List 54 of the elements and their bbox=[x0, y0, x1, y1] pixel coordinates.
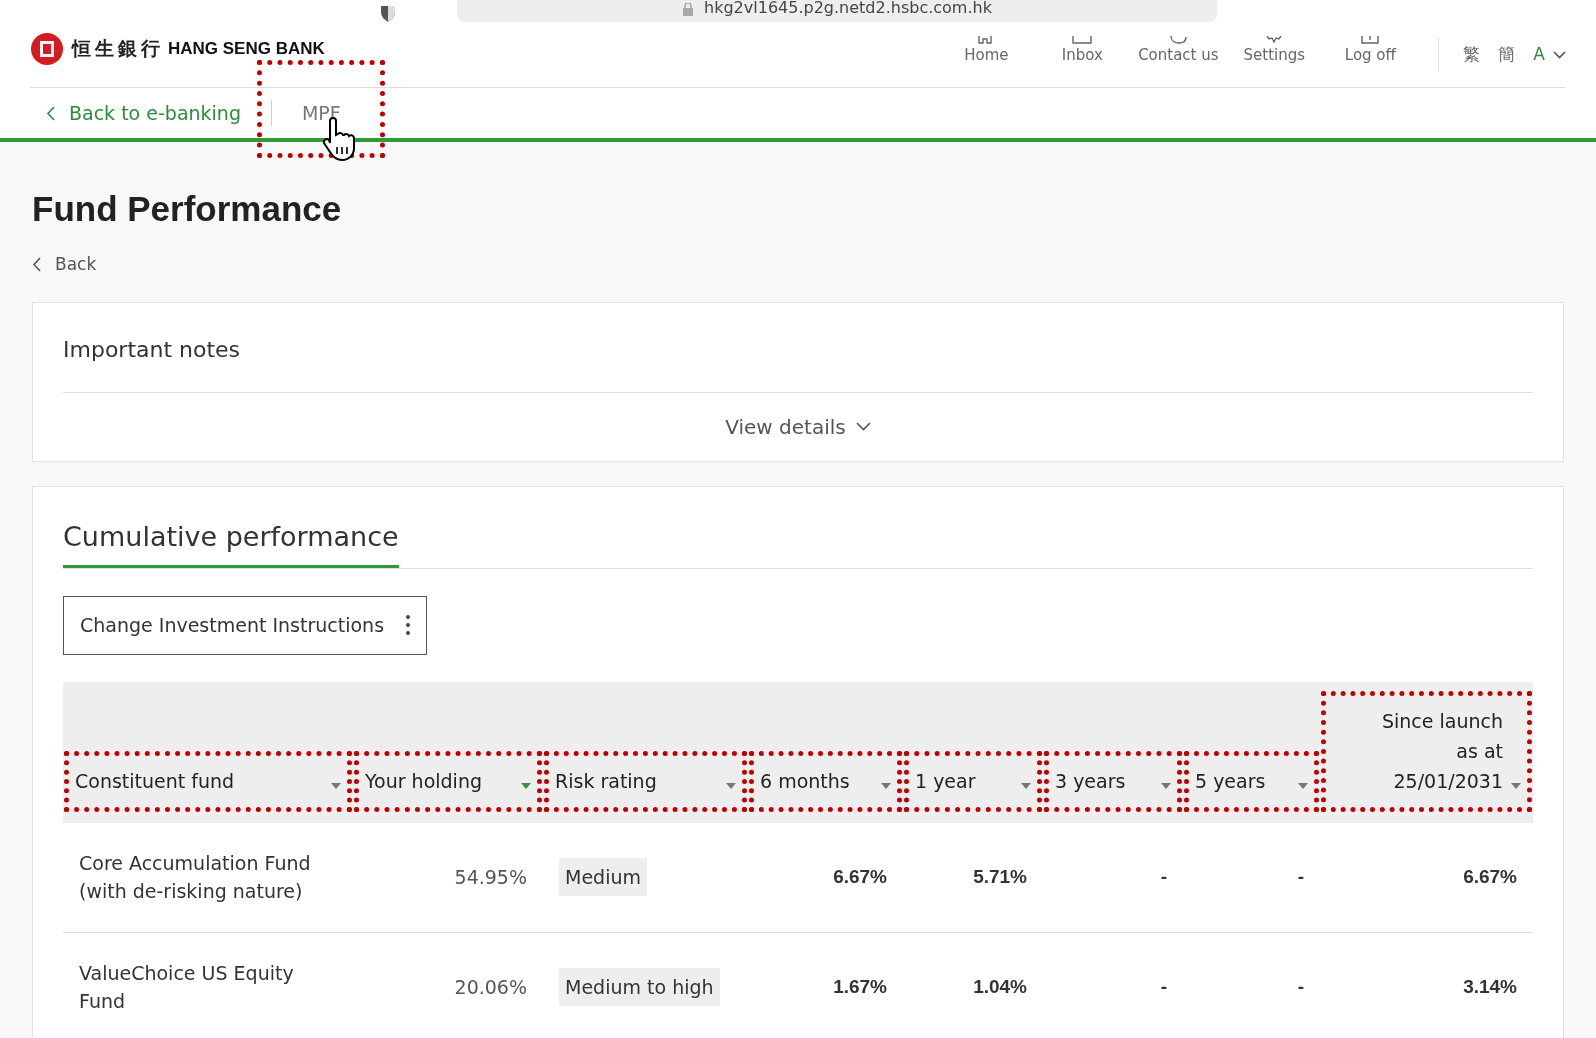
nav-button[interactable]: Home bbox=[938, 36, 1035, 67]
holding-percentage: 54.95% bbox=[454, 865, 527, 888]
more-options-icon bbox=[406, 615, 411, 636]
fund-name: ValueChoice US Equity Fund bbox=[79, 961, 294, 1013]
brand-chinese-name: 恒生銀行 bbox=[72, 36, 164, 62]
sort-arrow-icon bbox=[726, 782, 736, 789]
mpf-nav-link[interactable]: MPF bbox=[301, 101, 341, 124]
return-value: 6.67% bbox=[1463, 865, 1517, 887]
back-to-e-banking-link[interactable]: Back to e-banking bbox=[46, 98, 241, 128]
return-value: 1.67% bbox=[833, 975, 887, 997]
sort-arrow-icon bbox=[331, 782, 341, 789]
notes-title: Important notes bbox=[63, 302, 1533, 393]
return-value: 3.14% bbox=[1463, 975, 1517, 997]
language-option[interactable]: 簡 bbox=[1498, 41, 1516, 68]
brand-name: HANG SENG BANK bbox=[168, 37, 325, 60]
sort-arrow-icon bbox=[521, 782, 531, 789]
holding-percentage: 20.06% bbox=[454, 975, 527, 998]
return-value: - bbox=[1297, 865, 1304, 887]
risk-rating-tag: Medium bbox=[559, 857, 647, 897]
nav-button[interactable]: Settings bbox=[1226, 36, 1323, 67]
nav-button[interactable]: Contact us bbox=[1130, 36, 1227, 67]
tray-icon bbox=[1072, 36, 1093, 45]
address-bar[interactable]: hkg2vl1645.p2g.netd2.hsbc.com.hk bbox=[457, 0, 1217, 22]
nav-button[interactable]: Inbox bbox=[1034, 36, 1131, 67]
back-link[interactable]: Back bbox=[32, 252, 1564, 278]
sort-arrow-icon bbox=[1021, 782, 1031, 789]
change-investment-instructions-button[interactable]: Change Investment Instructions bbox=[63, 596, 428, 655]
sort-arrow-icon bbox=[881, 782, 891, 789]
return-value: 1.04% bbox=[973, 975, 1027, 997]
nav-button[interactable]: Log off bbox=[1322, 36, 1419, 67]
chevron-left-icon bbox=[46, 105, 55, 121]
page-title: Fund Performance bbox=[32, 188, 343, 230]
return-value: 6.67% bbox=[833, 865, 887, 887]
language-option[interactable]: A bbox=[1533, 41, 1545, 68]
url-text: hkg2vl1645.p2g.netd2.hsbc.com.hk bbox=[704, 0, 992, 16]
caret-icon bbox=[1553, 50, 1566, 59]
chevron-left-icon bbox=[32, 257, 41, 273]
return-value: - bbox=[1160, 865, 1167, 887]
return-value: 5.71% bbox=[973, 865, 1027, 887]
bank-logo-icon bbox=[30, 31, 64, 66]
shield-icon bbox=[379, 6, 397, 22]
sort-arrow-icon bbox=[1298, 782, 1308, 789]
chevron-down-icon bbox=[855, 422, 871, 431]
lock-icon bbox=[682, 3, 695, 16]
sort-arrow-icon bbox=[1511, 782, 1521, 789]
view-details-button[interactable]: View details bbox=[719, 410, 877, 443]
risk-rating-tag: Medium to high bbox=[559, 967, 720, 1007]
language-option[interactable]: 繁 bbox=[1463, 41, 1481, 68]
return-value: - bbox=[1160, 975, 1167, 997]
cumulative-performance-tab[interactable]: Cumulative performance bbox=[63, 486, 399, 568]
fund-name: Core Accumulation Fund (with de-risking nature) bbox=[79, 851, 311, 903]
sort-arrow-icon bbox=[1161, 782, 1171, 789]
power-icon bbox=[1360, 36, 1381, 45]
return-value: - bbox=[1297, 975, 1304, 997]
